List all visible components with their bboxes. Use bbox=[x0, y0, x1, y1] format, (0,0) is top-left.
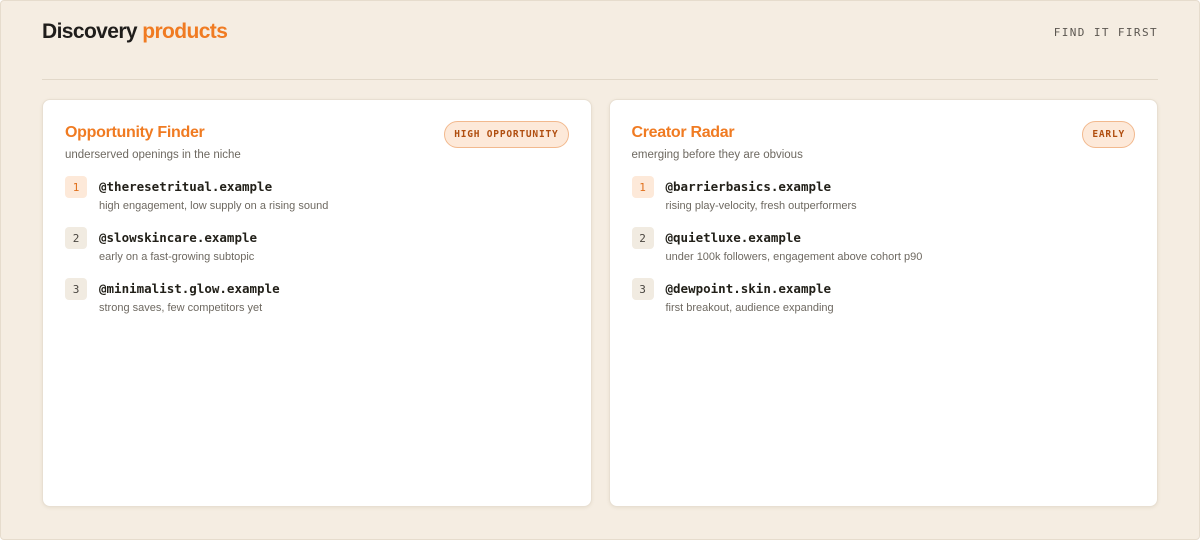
item-text: @minimalist.glow.example strong saves, f… bbox=[99, 278, 280, 315]
page-title: Discovery products bbox=[42, 20, 228, 44]
item-note: under 100k followers, engagement above c… bbox=[665, 251, 923, 263]
creator-handle[interactable]: @theresetritual.example bbox=[99, 178, 328, 196]
creator-list: 1 @theresetritual.example high engagemen… bbox=[65, 176, 569, 329]
list-item[interactable]: 1 @barrierbasics.example rising play-vel… bbox=[631, 176, 1136, 227]
title-accent: products bbox=[142, 20, 228, 43]
rank-badge: 2 bbox=[65, 227, 87, 249]
creator-handle[interactable]: @minimalist.glow.example bbox=[99, 280, 280, 298]
card-title[interactable]: Creator Radar bbox=[632, 124, 803, 142]
card-creator-radar: Creator Radar emerging before they are o… bbox=[608, 99, 1158, 507]
list-item[interactable]: 3 @minimalist.glow.example strong saves,… bbox=[65, 278, 569, 329]
card-title[interactable]: Opportunity Finder bbox=[65, 124, 241, 142]
item-note: strong saves, few competitors yet bbox=[99, 302, 263, 314]
card-opportunity-finder: Opportunity Finder underserved openings … bbox=[42, 99, 592, 507]
page-header: Discovery products FIND IT FIRST bbox=[42, 1, 1158, 80]
creator-handle[interactable]: @quietluxe.example bbox=[666, 229, 923, 247]
tagline: FIND IT FIRST bbox=[1053, 25, 1158, 39]
item-note: early on a fast-growing subtopic bbox=[99, 251, 255, 263]
rank-badge: 3 bbox=[65, 278, 87, 300]
list-item[interactable]: 2 @quietluxe.example under 100k follower… bbox=[631, 227, 1136, 278]
product-cards: Opportunity Finder underserved openings … bbox=[42, 99, 1158, 507]
rank-badge: 1 bbox=[631, 176, 654, 198]
item-text: @dewpoint.skin.example first breakout, a… bbox=[666, 278, 834, 315]
rank-badge: 2 bbox=[631, 227, 654, 249]
status-badge: HIGH OPPORTUNITY bbox=[444, 121, 569, 148]
item-note: rising play-velocity, fresh outperformer… bbox=[665, 200, 857, 212]
status-badge: EARLY bbox=[1082, 121, 1135, 148]
card-header: Creator Radar emerging before they are o… bbox=[632, 121, 1135, 161]
item-text: @quietluxe.example under 100k followers,… bbox=[666, 227, 923, 264]
creator-handle[interactable]: @slowskincare.example bbox=[99, 229, 257, 247]
discovery-panel: Discovery products FIND IT FIRST Opportu… bbox=[0, 0, 1200, 540]
item-note: first breakout, audience expanding bbox=[665, 302, 834, 314]
creator-handle[interactable]: @barrierbasics.example bbox=[666, 178, 857, 196]
card-subtitle: emerging before they are obvious bbox=[631, 149, 803, 161]
item-text: @theresetritual.example high engagement,… bbox=[99, 176, 328, 213]
list-item[interactable]: 1 @theresetritual.example high engagemen… bbox=[65, 176, 569, 227]
item-text: @barrierbasics.example rising play-veloc… bbox=[666, 176, 857, 213]
creator-handle[interactable]: @dewpoint.skin.example bbox=[666, 280, 834, 298]
card-header: Opportunity Finder underserved openings … bbox=[65, 121, 569, 161]
list-item[interactable]: 3 @dewpoint.skin.example first breakout,… bbox=[631, 278, 1136, 329]
rank-badge: 1 bbox=[65, 176, 87, 198]
card-heading: Creator Radar emerging before they are o… bbox=[632, 121, 803, 161]
card-heading: Opportunity Finder underserved openings … bbox=[65, 121, 241, 161]
item-text: @slowskincare.example early on a fast-gr… bbox=[99, 227, 257, 264]
creator-list: 1 @barrierbasics.example rising play-vel… bbox=[631, 176, 1136, 329]
title-main: Discovery bbox=[42, 20, 138, 43]
card-subtitle: underserved openings in the niche bbox=[65, 149, 241, 161]
item-note: high engagement, low supply on a rising … bbox=[99, 200, 329, 212]
rank-badge: 3 bbox=[631, 278, 654, 300]
list-item[interactable]: 2 @slowskincare.example early on a fast-… bbox=[65, 227, 569, 278]
